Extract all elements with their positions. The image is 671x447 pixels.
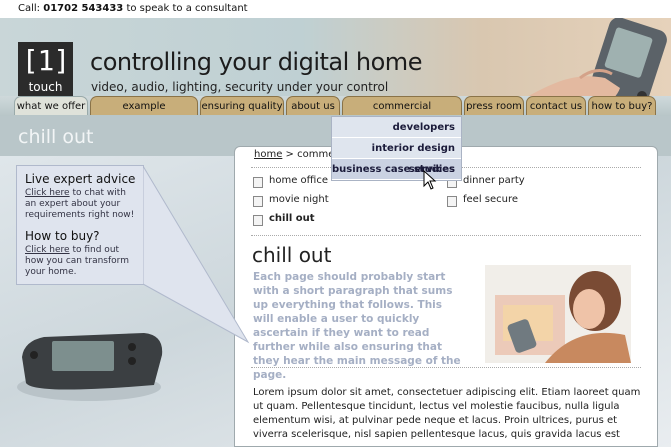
breadcrumb-current: comme [297,149,335,160]
header-banner: [1] touch controlling your digital home … [0,18,671,114]
tab-what-we-offer[interactable]: what we offer [14,96,88,115]
tab-how-to-buy[interactable]: how to buy? [588,96,656,115]
tab-example-installations[interactable]: example installations [90,96,198,131]
main-nav: what we offer example installations ensu… [0,96,671,131]
callout-pointer [143,166,250,344]
divider [251,235,641,236]
dropdown-item-business-case-studies[interactable]: business case studies [332,159,461,180]
woman-with-remote-photo [485,265,631,363]
subnav-chill-out[interactable]: chill out [253,213,315,226]
chat-link[interactable]: Click here [25,188,70,198]
subline: video, audio, lighting, security under y… [91,80,389,94]
call-suffix: to speak to a consultant [126,3,248,14]
tab-ensuring-quality[interactable]: ensuring quality [200,96,284,115]
logo-word: touch [28,80,63,94]
page-title: chill out [18,126,94,148]
how-to-buy-title: How to buy? [25,229,100,243]
how-to-buy-link[interactable]: Click here [25,245,70,255]
breadcrumb-home[interactable]: home [254,149,282,160]
subnav-home-office[interactable]: home office [253,175,328,188]
phone-number: 01702 543433 [43,3,124,14]
tab-contact-us[interactable]: contact us [526,96,586,115]
content-panel: home > comme home office dinner party mo… [234,146,658,447]
live-advice-title: Live expert advice [25,172,136,186]
breadcrumb: home > comme [254,149,334,160]
mouse-pointer-icon [423,170,437,190]
content-title: chill out [252,243,332,267]
subnav-feel-secure[interactable]: feel secure [447,194,518,207]
body-paragraph: Lorem ipsum dolor sit amet, consectetuer… [253,387,641,440]
commercial-partnership-dropdown: developers interior design services busi… [331,116,462,181]
call-prefix: Call: [18,3,41,14]
touchscreen-device-image [17,333,163,401]
subnav-movie-night[interactable]: movie night [253,194,329,207]
tab-about-us[interactable]: about us [286,96,340,115]
dropdown-item-interior-design-services[interactable]: interior design services [332,138,461,175]
advice-callout: Live expert advice Click here to chat wi… [16,165,144,285]
tagline: controlling your digital home [90,48,422,76]
logo-number: [1] [21,44,71,77]
tab-commercial-partnership[interactable]: commercial partnership [342,96,462,131]
divider [251,367,641,368]
how-to-buy-text: Click here to find out how you can trans… [25,245,137,278]
dropdown-item-developers[interactable]: developers [332,117,461,138]
intro-paragraph: Each page should probably start with a s… [253,271,461,381]
breadcrumb-separator: > [285,149,294,160]
call-bar: Call: 01702 543433 to speak to a consult… [0,0,671,18]
live-advice-text: Click here to chat with an expert about … [25,188,137,221]
tab-press-room[interactable]: press room [464,96,524,115]
